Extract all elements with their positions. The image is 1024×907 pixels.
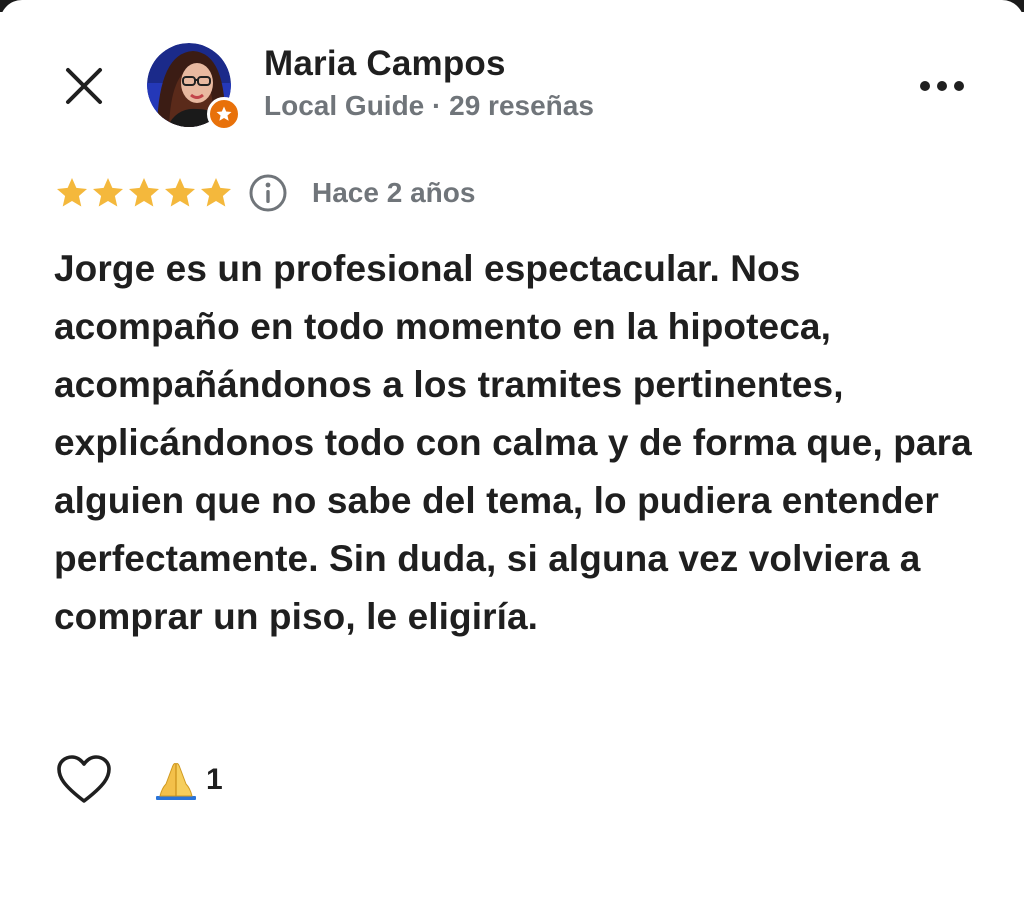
review-sheet: Maria Campos Local Guide · 29 reseñas Ha…: [0, 0, 1024, 907]
more-options-button[interactable]: [912, 68, 972, 104]
info-icon: [249, 174, 287, 212]
avatar[interactable]: [147, 43, 241, 131]
more-options-icon: [920, 81, 964, 91]
close-icon: [66, 68, 102, 104]
star-icon: [57, 178, 87, 207]
close-button[interactable]: [58, 60, 110, 112]
review-actions: 1: [56, 752, 223, 808]
reaction-count: 1: [206, 763, 223, 796]
star-icon: [201, 178, 231, 207]
author-meta: Local Guide · 29 reseñas: [264, 90, 594, 121]
star-icon: [93, 178, 123, 207]
author-name[interactable]: Maria Campos: [264, 44, 506, 84]
info-button[interactable]: [248, 173, 288, 213]
star-icon: [129, 178, 159, 207]
review-time-ago: Hace 2 años: [312, 177, 476, 208]
review-text: Jorge es un profesional espectacular. No…: [54, 248, 972, 637]
star-icon: [165, 178, 195, 207]
folded-hands-emoji-icon: [156, 763, 196, 800]
local-guide-star-icon: [216, 106, 232, 121]
local-guide-badge: [207, 97, 241, 131]
star-rating: [54, 175, 234, 211]
heart-outline-icon: [57, 755, 111, 803]
reaction-chip[interactable]: 1: [154, 758, 223, 802]
review-dialog: Maria Campos Local Guide · 29 reseñas Ha…: [0, 0, 1024, 907]
like-button[interactable]: [56, 752, 112, 808]
rating-row: Hace 2 años: [54, 170, 475, 216]
